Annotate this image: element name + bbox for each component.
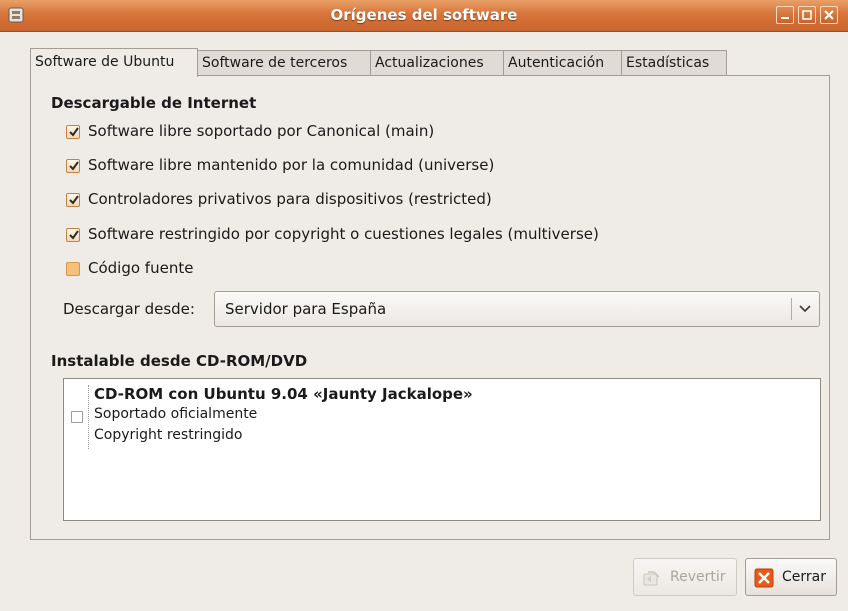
checkbox-universe[interactable] — [66, 159, 80, 173]
tab-software-de-terceros[interactable]: Software de terceros — [197, 50, 371, 75]
checkmark-icon — [69, 161, 79, 171]
checkmark-icon — [69, 230, 79, 240]
checkbox-source-code[interactable] — [66, 262, 80, 276]
chevron-down-icon — [799, 305, 811, 313]
revert-icon — [643, 571, 660, 586]
maximize-icon — [802, 10, 812, 20]
tab-autenticacion[interactable]: Autenticación — [503, 50, 622, 75]
minimize-icon — [781, 17, 789, 19]
minimize-button[interactable] — [776, 6, 794, 24]
tab-actualizaciones[interactable]: Actualizaciones — [370, 50, 504, 75]
option-restricted[interactable]: Controladores privativos para dispositiv… — [66, 190, 766, 212]
option-restricted-label: Controladores privativos para dispositiv… — [88, 190, 492, 208]
option-main-label: Software libre soportado por Canonical (… — [88, 122, 435, 140]
cdrom-checkbox[interactable] — [71, 411, 83, 423]
tree-guide-line — [88, 385, 90, 449]
option-main[interactable]: Software libre soportado por Canonical (… — [66, 122, 766, 144]
option-multiverse[interactable]: Software restringido por copyright o cue… — [66, 225, 766, 247]
option-source-code-label: Código fuente — [88, 259, 194, 277]
internet-section-heading: Descargable de Internet — [51, 94, 257, 112]
checkmark-icon — [69, 127, 79, 137]
close-button-label: Cerrar — [782, 569, 826, 585]
cdrom-section-heading: Instalable desde CD-ROM/DVD — [51, 352, 308, 370]
option-universe-label: Software libre mantenido por la comunida… — [88, 156, 495, 174]
download-from-label: Descargar desde: — [63, 300, 195, 318]
revert-button[interactable]: Revertir — [633, 558, 737, 596]
tab-estadisticas[interactable]: Estadísticas — [621, 50, 727, 75]
cdrom-list[interactable]: CD-ROM con Ubuntu 9.04 «Jaunty Jackalope… — [63, 378, 821, 521]
window-title: Orígenes del software — [330, 6, 518, 24]
checkbox-main[interactable] — [66, 125, 80, 139]
download-server-dropdown[interactable]: Servidor para España — [214, 291, 820, 327]
close-button[interactable]: Cerrar — [745, 558, 837, 596]
checkbox-restricted[interactable] — [66, 193, 80, 207]
option-source-code[interactable]: Código fuente — [66, 259, 366, 281]
checkbox-multiverse[interactable] — [66, 228, 80, 242]
software-sources-window: Orígenes del software Software de Ubuntu… — [0, 0, 848, 611]
maximize-button[interactable] — [798, 6, 816, 24]
close-window-button[interactable] — [820, 6, 838, 24]
tab-software-de-ubuntu[interactable]: Software de Ubuntu — [30, 48, 198, 77]
revert-button-label: Revertir — [670, 569, 726, 585]
close-icon — [824, 10, 834, 20]
option-universe[interactable]: Software libre mantenido por la comunida… — [66, 156, 766, 178]
title-bar[interactable]: Orígenes del software — [0, 0, 848, 32]
checkmark-icon — [69, 195, 79, 205]
cdrom-entry-title: CD-ROM con Ubuntu 9.04 «Jaunty Jackalope… — [94, 385, 473, 403]
option-multiverse-label: Software restringido por copyright o cue… — [88, 225, 599, 243]
close-icon — [754, 568, 774, 588]
download-server-value: Servidor para España — [225, 300, 387, 318]
cdrom-entry-copyright: Copyright restringido — [94, 427, 243, 443]
cdrom-entry-support: Soportado oficialmente — [94, 406, 258, 422]
dropdown-separator — [791, 298, 792, 320]
